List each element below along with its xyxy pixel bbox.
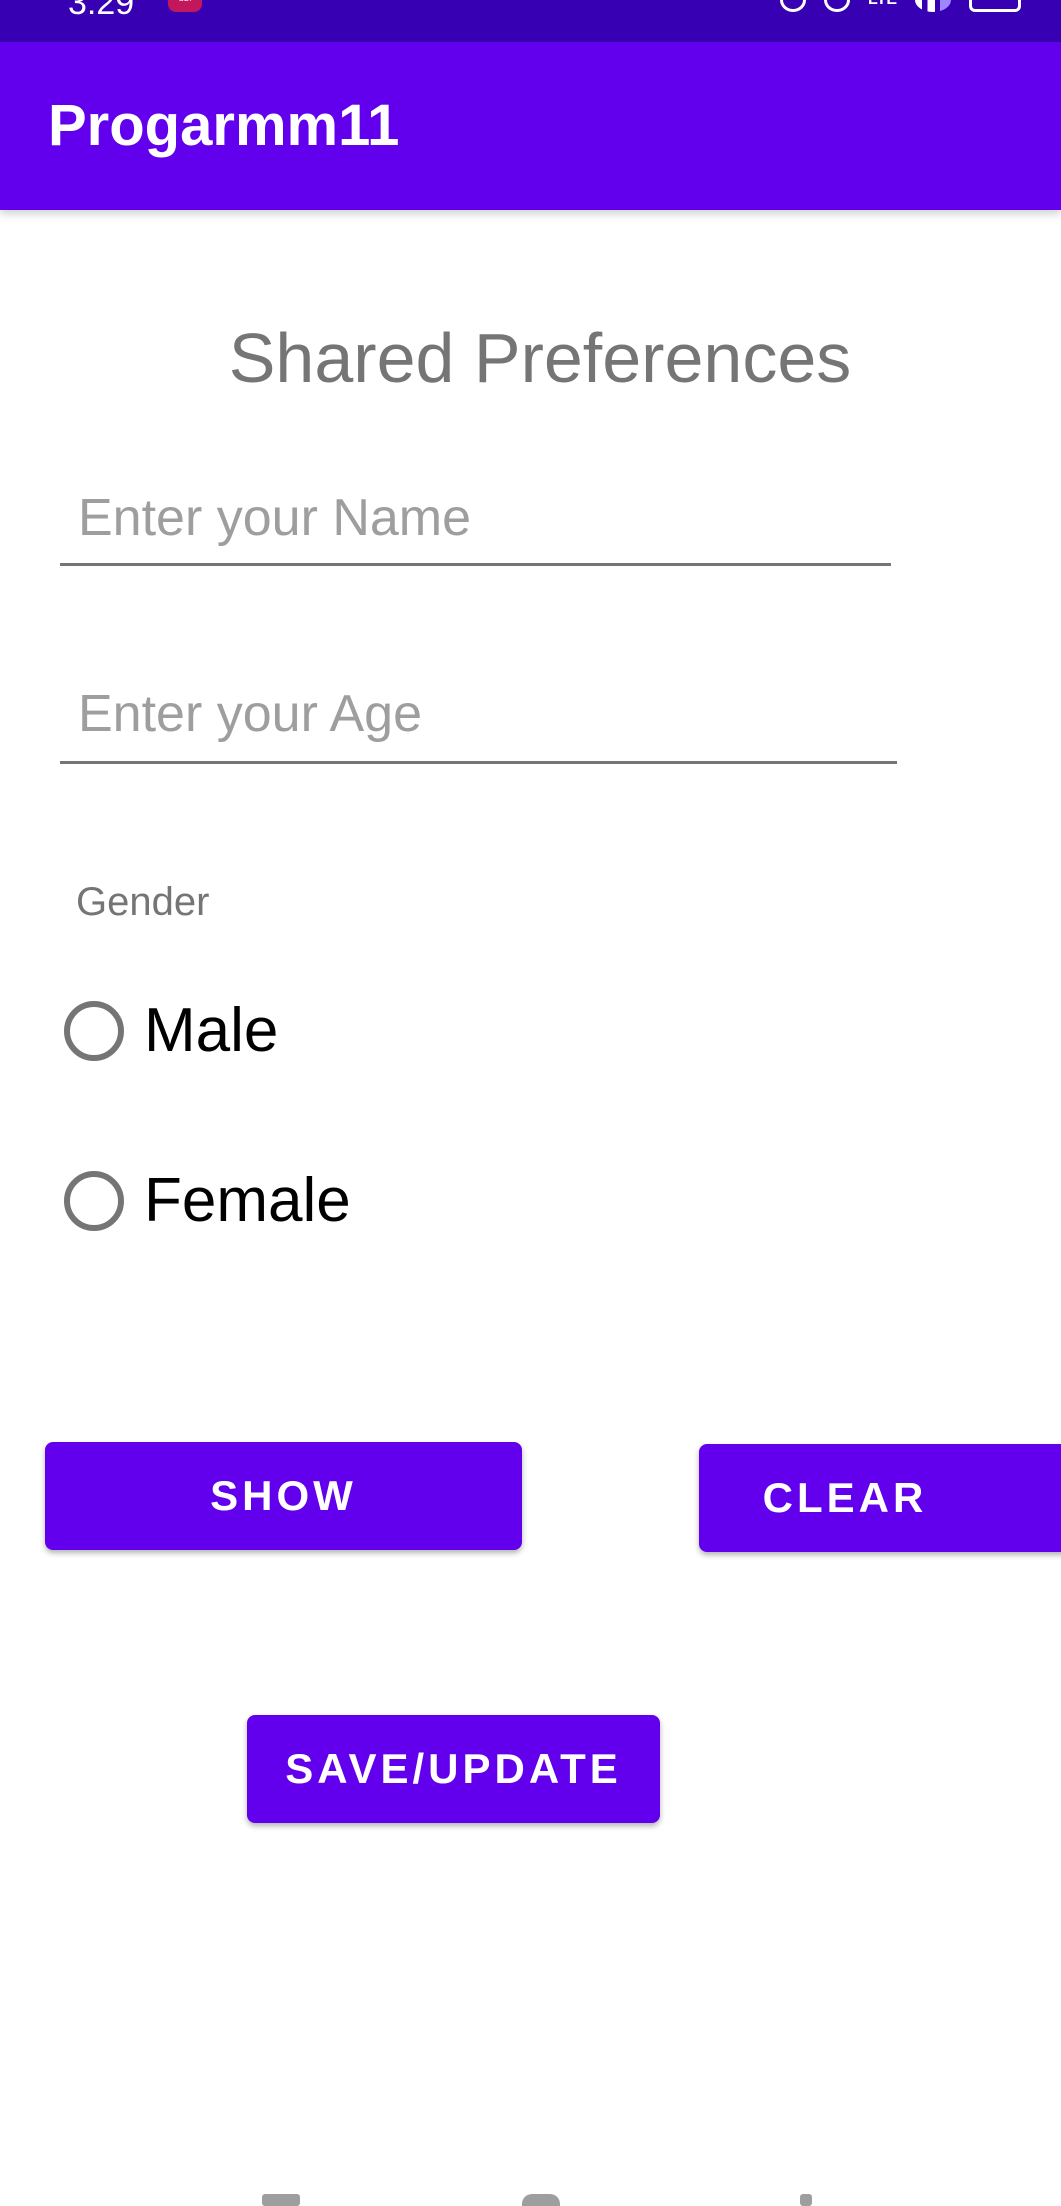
save-update-button[interactable]: SAVE/UPDATE: [247, 1715, 660, 1823]
radio-male-label: Male: [144, 996, 279, 1065]
notification-app-icon: SBI: [168, 0, 202, 12]
radio-male[interactable]: Male: [64, 996, 278, 1066]
page-heading: Shared Preferences: [228, 319, 852, 397]
radio-female-label: Female: [144, 1166, 351, 1235]
gender-label: Gender: [76, 880, 210, 924]
status-icons: LTE: [779, 0, 1021, 12]
status-time: 3:29: [68, 0, 135, 22]
home-nav-icon[interactable]: [522, 2194, 560, 2206]
signal-icon: [915, 0, 951, 12]
battery-icon: [969, 0, 1021, 12]
recents-nav-icon[interactable]: [262, 2194, 300, 2206]
app-bar: Progarmm11: [0, 42, 1061, 210]
name-field: [60, 472, 891, 566]
age-field: [60, 666, 897, 764]
radio-button-unchecked-icon[interactable]: [64, 1171, 124, 1231]
clear-button[interactable]: CLEAR: [699, 1444, 1061, 1552]
name-input[interactable]: [78, 472, 879, 563]
network-type-label: LTE: [868, 0, 897, 9]
radio-female[interactable]: Female: [64, 1166, 351, 1236]
show-button[interactable]: SHOW: [45, 1442, 522, 1550]
notification-bell-icon: [823, 0, 850, 12]
status-bar: 3:29 SBI LTE: [0, 0, 1061, 42]
navigation-bar: [0, 2194, 1061, 2206]
radio-button-unchecked-icon[interactable]: [64, 1001, 124, 1061]
alarm-icon: [779, 0, 806, 12]
age-input[interactable]: [78, 666, 885, 761]
app-title: Progarmm11: [48, 93, 400, 158]
back-nav-icon[interactable]: [800, 2194, 812, 2206]
